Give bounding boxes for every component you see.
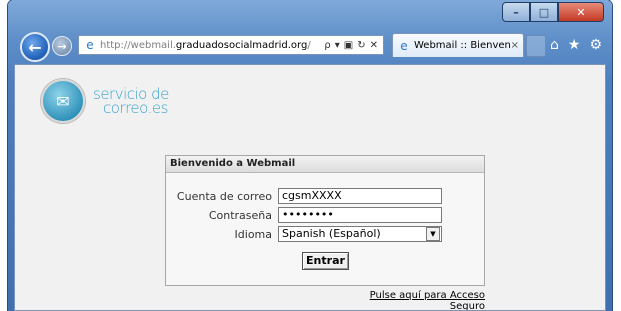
- gear-icon[interactable]: ⚙: [589, 37, 602, 53]
- secure-access-link[interactable]: Pulse aquí para Acceso Seguro: [337, 290, 485, 310]
- password-label: Contraseña: [208, 208, 272, 222]
- browser-tab[interactable]: e Webmail :: Bienvenido... ×: [392, 33, 524, 57]
- window-controls: – □ ✕: [502, 2, 604, 22]
- stop-icon[interactable]: ✕: [370, 40, 378, 51]
- browser-window: – □ ✕ ← → e http://webmail. graduadosocia…: [8, 0, 612, 311]
- tab-title: Webmail :: Bienvenido...: [414, 40, 510, 51]
- logo-text: servicio de correo.es: [93, 87, 169, 117]
- chevron-down-icon[interactable]: ▾: [335, 40, 340, 51]
- logo-line-2: correo.es: [103, 99, 168, 117]
- login-button[interactable]: Entrar: [302, 252, 349, 270]
- url-prefix: http://webmail.: [100, 39, 176, 51]
- maximize-button[interactable]: □: [530, 2, 558, 22]
- language-row: Idioma Spanish (Español) ▼: [166, 225, 486, 243]
- back-button[interactable]: ←: [20, 32, 50, 62]
- email-field[interactable]: cgsmXXXX: [278, 188, 442, 204]
- language-value: Spanish (Español): [282, 227, 381, 240]
- forward-arrow-icon: →: [57, 39, 67, 53]
- forward-button[interactable]: →: [52, 36, 72, 56]
- toolbar-icons: ⌂ ★ ⚙: [550, 37, 602, 53]
- chevron-down-icon: ▼: [426, 227, 440, 241]
- user-row: Cuenta de correo cgsmXXXX: [166, 187, 486, 205]
- url-suffix: /: [307, 39, 311, 51]
- ie-page-icon: e: [86, 38, 94, 52]
- language-label: Idioma: [234, 227, 272, 241]
- tab-close-icon[interactable]: ×: [511, 40, 519, 51]
- home-icon[interactable]: ⌂: [550, 37, 559, 53]
- address-tools: ρ ▾ ▣ ↻ ✕: [324, 40, 383, 51]
- back-arrow-icon: ←: [28, 37, 42, 57]
- page-content: ✉ servicio de correo.es Bienvenido a Web…: [14, 64, 606, 311]
- close-window-button[interactable]: ✕: [558, 2, 604, 22]
- site-logo[interactable]: ✉ servicio de correo.es: [41, 79, 169, 123]
- password-field[interactable]: ••••••••: [278, 207, 442, 223]
- minimize-button[interactable]: –: [502, 2, 530, 22]
- login-title: Bienvenido a Webmail: [166, 156, 484, 173]
- user-label: Cuenta de correo: [176, 189, 272, 203]
- address-bar[interactable]: e http://webmail. graduadosocialmadrid.or…: [78, 35, 384, 55]
- url-domain: graduadosocialmadrid.org: [175, 39, 308, 51]
- new-tab-button[interactable]: [526, 35, 546, 57]
- password-row: Contraseña ••••••••: [166, 206, 486, 224]
- language-select[interactable]: Spanish (Español) ▼: [278, 226, 442, 242]
- tab-favicon-icon: e: [400, 38, 408, 53]
- search-icon[interactable]: ρ: [324, 40, 330, 51]
- navigation-bar: ← → e http://webmail. graduadosocialmadri…: [8, 28, 612, 64]
- refresh-icon[interactable]: ↻: [357, 40, 365, 51]
- envelope-icon: ✉: [41, 79, 85, 123]
- compatibility-view-icon[interactable]: ▣: [344, 40, 353, 51]
- login-panel: Bienvenido a Webmail Cuenta de correo cg…: [165, 155, 485, 286]
- star-icon[interactable]: ★: [568, 37, 581, 53]
